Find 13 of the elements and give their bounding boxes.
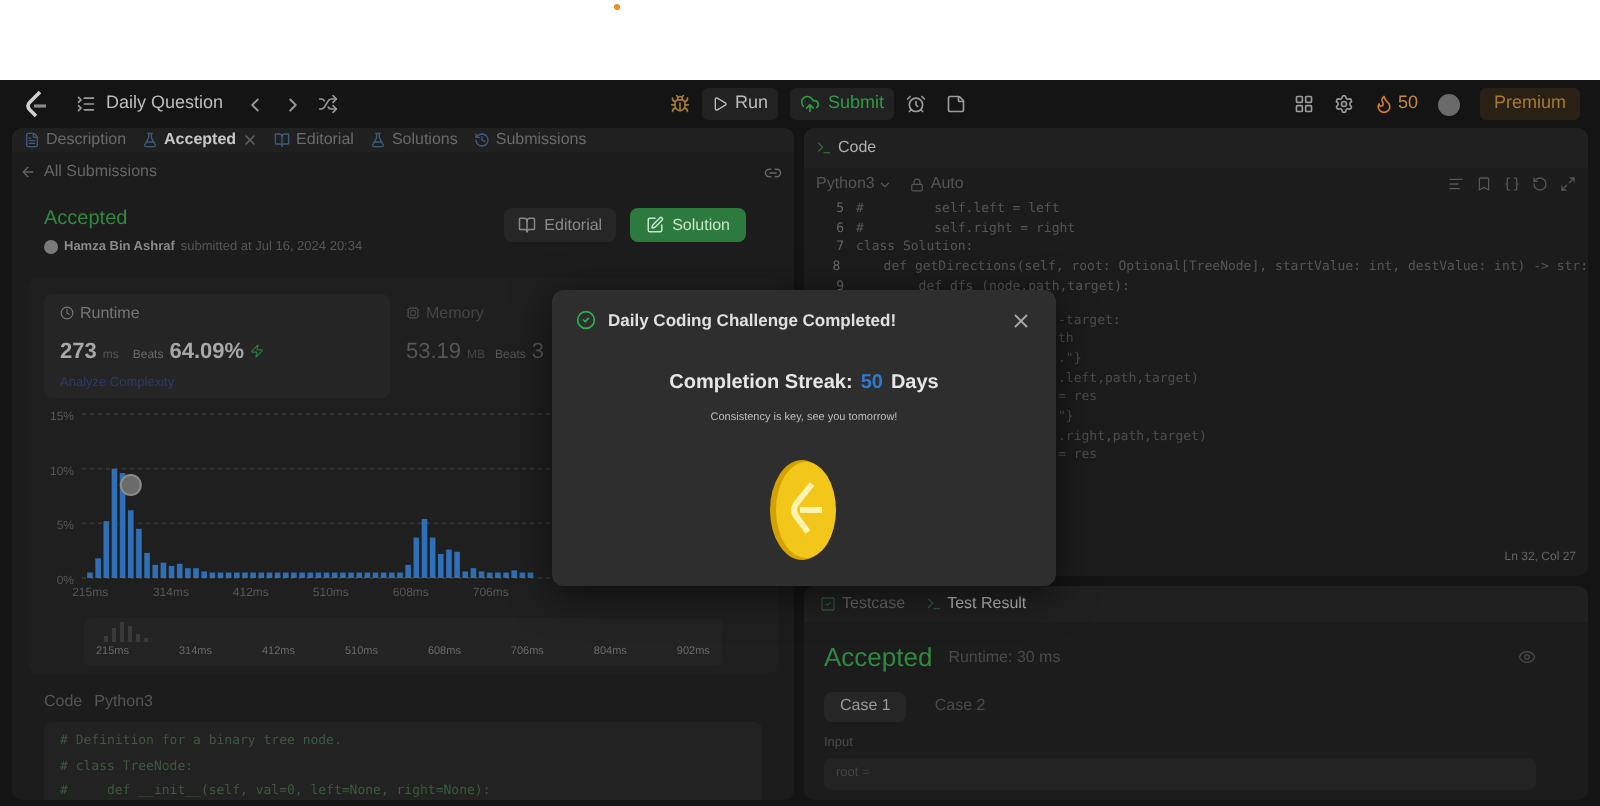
submission-status: Accepted [44,206,130,234]
runtime-beats: 64.09% [169,337,245,368]
mode-label: Auto [930,172,964,196]
streak-count: 50 [860,369,883,398]
streak-label: Completion Streak: [669,369,853,398]
streak-unit: Days [890,369,939,398]
result-status: Accepted [824,640,933,676]
runtime-label: Runtime [80,301,140,326]
code-label: Code [44,689,83,714]
panel-title: Code [838,136,877,160]
runtime-value: 273 [60,337,97,368]
dialog-title: Daily Coding Challenge Completed! [608,308,897,334]
language-label: Python3 [94,689,153,714]
